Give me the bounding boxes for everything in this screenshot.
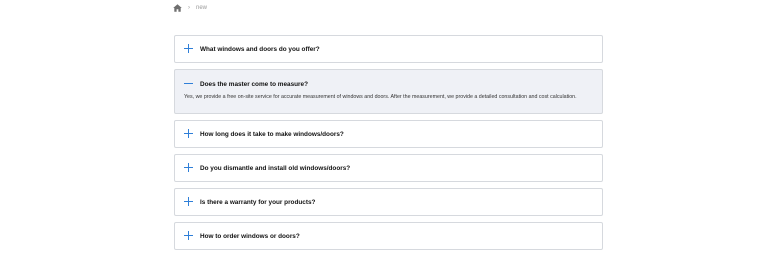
faq-question: Does the master come to measure? xyxy=(200,80,308,88)
breadcrumb-current: new xyxy=(196,4,208,11)
faq-item-dismantle-install[interactable]: Do you dismantle and install old windows… xyxy=(174,154,603,182)
plus-icon[interactable] xyxy=(184,129,194,139)
plus-icon[interactable] xyxy=(184,163,194,173)
faq-answer: Yes, we provide a free on-site service f… xyxy=(184,94,577,100)
faq-question: How long does it take to make windows/do… xyxy=(200,130,344,138)
faq-item-master-measure[interactable]: Does the master come to measure? Yes, we… xyxy=(174,69,603,114)
faq-list: What windows and doors do you offer? Doe… xyxy=(174,35,603,256)
plus-icon[interactable] xyxy=(184,44,194,54)
breadcrumb-separator: › xyxy=(188,4,190,11)
breadcrumb: › new xyxy=(173,3,207,12)
plus-icon[interactable] xyxy=(184,197,194,207)
faq-question: How to order windows or doors? xyxy=(200,232,300,240)
faq-item-warranty[interactable]: Is there a warranty for your products? xyxy=(174,188,603,216)
faq-question: What windows and doors do you offer? xyxy=(200,45,320,53)
faq-item-how-to-order[interactable]: How to order windows or doors? xyxy=(174,222,603,250)
faq-question: Is there a warranty for your products? xyxy=(200,198,316,206)
minus-icon[interactable] xyxy=(184,79,194,89)
faq-item-production-time[interactable]: How long does it take to make windows/do… xyxy=(174,120,603,148)
home-icon[interactable] xyxy=(173,3,182,12)
faq-item-windows-doors-offer[interactable]: What windows and doors do you offer? xyxy=(174,35,603,63)
faq-question: Do you dismantle and install old windows… xyxy=(200,164,351,172)
plus-icon[interactable] xyxy=(184,231,194,241)
